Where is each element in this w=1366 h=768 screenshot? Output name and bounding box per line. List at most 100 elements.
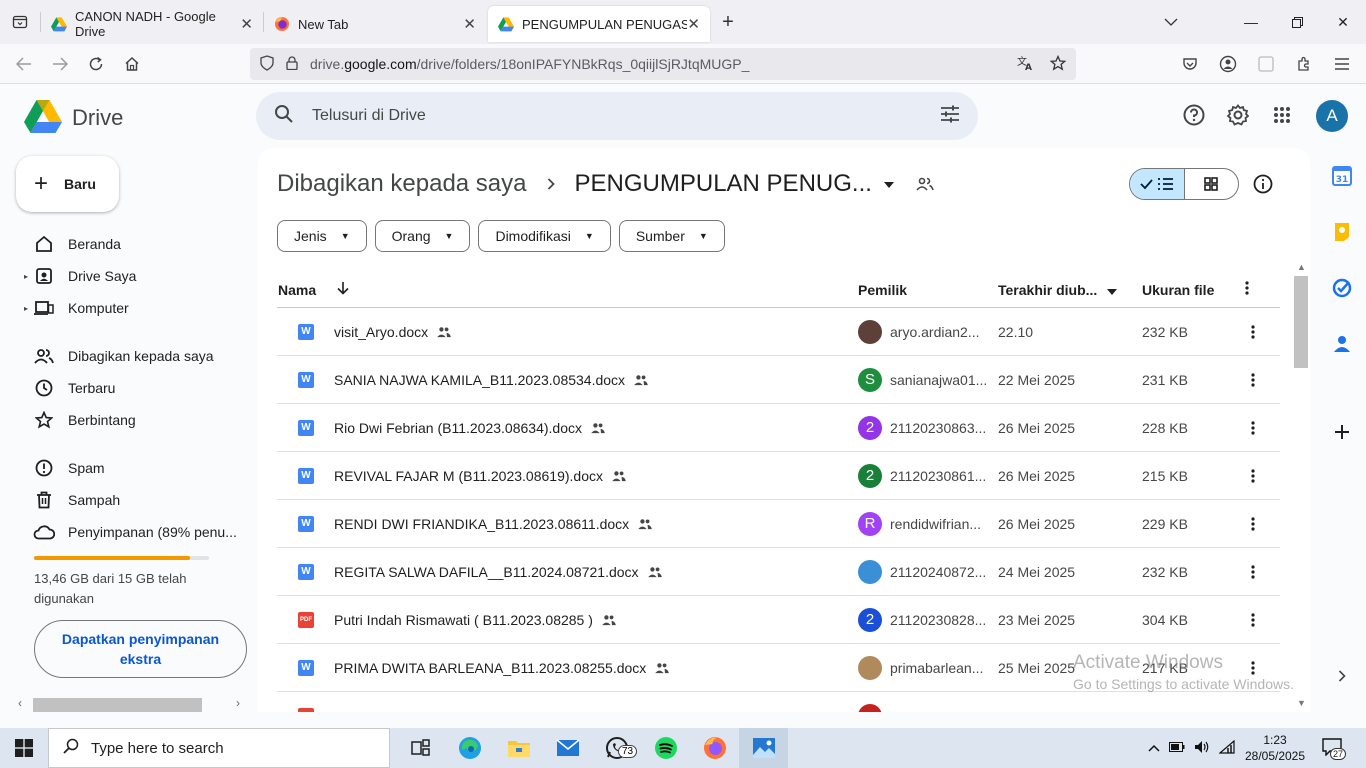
info-icon[interactable] [1251, 172, 1275, 196]
file-row[interactable]: W RENDI DWI FRIANDIKA_B11.2023.08611.docx… [277, 500, 1280, 548]
scroll-up-arrow-icon[interactable]: ▲ [1297, 262, 1306, 272]
network-icon[interactable] [1218, 739, 1235, 757]
tracking-shield-icon[interactable] [260, 54, 274, 74]
sidebar-item-spam[interactable]: Spam [24, 452, 244, 484]
notification-center-icon[interactable]: 27 [1322, 738, 1347, 760]
search-input[interactable]: Telusuri di Drive [312, 107, 426, 125]
scrollbar-thumb[interactable] [1294, 276, 1308, 368]
browser-tab-new[interactable]: New Tab ✕ [264, 6, 486, 42]
sidebar-item-storage[interactable]: Penyimpanan (89% penu... [24, 516, 244, 548]
back-icon[interactable] [6, 48, 42, 80]
more-options-icon[interactable] [1245, 324, 1261, 339]
close-tab-icon[interactable]: ✕ [687, 15, 700, 33]
tasks-icon[interactable] [1328, 274, 1356, 302]
taskbar-search-box[interactable]: Type here to search [48, 728, 390, 768]
home-icon[interactable] [114, 48, 150, 80]
scrollbar-thumb[interactable] [33, 698, 202, 712]
column-modified-header[interactable]: Terakhir diub... [998, 282, 1118, 298]
column-owner-header[interactable]: Pemilik [858, 282, 907, 298]
sidebar-item-starred[interactable]: Berbintang [24, 404, 244, 436]
edge-icon[interactable] [445, 728, 494, 768]
spotify-icon[interactable] [641, 728, 690, 768]
close-tab-icon[interactable]: ✕ [463, 15, 476, 33]
show-hidden-icons-icon[interactable] [1148, 741, 1160, 755]
file-row[interactable]: Wvisit_Aryo.docx aryo.ardian2... 22.10 232 … [277, 308, 1280, 356]
sidebar-item-computers[interactable]: ▸ Komputer [24, 292, 244, 324]
grid-view-button[interactable] [1185, 169, 1239, 199]
column-options-icon[interactable] [1245, 281, 1249, 298]
sidebar-item-home[interactable]: Beranda [24, 228, 244, 260]
menu-icon[interactable] [1326, 48, 1358, 80]
sidebar-horizontal-scrollbar[interactable]: ‹ › [0, 696, 256, 714]
filter-modified-chip[interactable]: Dimodifikasi ▼ [478, 220, 611, 252]
more-options-icon[interactable] [1245, 468, 1261, 483]
taskbar-clock[interactable]: 1:23 28/05/2025 [1240, 732, 1310, 764]
filter-source-chip[interactable]: Sumber ▼ [618, 220, 725, 252]
file-row[interactable]: W SANIA NAJWA KAMILA_B11.2023.08534.docx S… [277, 356, 1280, 404]
file-name[interactable]: RENDI DWI FRIANDIKA_B11.2023.08611.docx [334, 516, 653, 532]
volume-icon[interactable] [1194, 740, 1210, 757]
filter-people-chip[interactable]: Orang ▼ [374, 220, 471, 252]
apps-grid-icon[interactable] [1268, 99, 1296, 131]
file-name[interactable]: SANIA NAJWA KAMILA_B11.2023.08534.docx [334, 372, 649, 388]
breadcrumb-current-folder[interactable]: PENGUMPULAN PENUG... [575, 170, 872, 198]
file-name[interactable]: REVIVAL FAJAR M (B11.2023.08619).docx [334, 468, 627, 484]
file-name[interactable]: Putri Indah Rismawati ( B11.2023.08285 ) [334, 612, 617, 628]
more-options-icon[interactable] [1245, 564, 1261, 579]
restore-icon[interactable] [1274, 0, 1320, 44]
extensions-icon[interactable] [1288, 48, 1320, 80]
sort-direction-arrow-icon[interactable] [337, 281, 349, 298]
file-row[interactable]: W REVIVAL FAJAR M (B11.2023.08619).docx 2 2… [277, 452, 1280, 500]
get-more-storage-button[interactable]: Dapatkan penyimpanan ekstra [34, 620, 247, 678]
file-name[interactable]: REGITA SALWA DAFILA__B11.2024.08721.docx [334, 564, 663, 580]
sidebar-item-my-drive[interactable]: ▸ Drive Saya [24, 260, 244, 292]
drive-logo[interactable]: Drive [24, 99, 123, 136]
calendar-icon[interactable]: 31 [1328, 162, 1356, 190]
expand-arrow-icon[interactable]: ▸ [24, 272, 28, 281]
file-row[interactable]: PDF Putri Indah Rismawati ( B11.2023.0828… [277, 596, 1280, 644]
new-tab-button[interactable]: + [710, 11, 746, 34]
file-name[interactable]: Rio Dwi Febrian (B11.2023.08634).docx [334, 420, 606, 436]
more-options-icon[interactable] [1245, 516, 1261, 531]
forward-icon[interactable] [42, 48, 78, 80]
file-name[interactable]: visit_Aryo.docx [334, 324, 452, 340]
search-icon[interactable] [274, 104, 294, 129]
browser-tab-drive[interactable]: CANON NADH - Google Drive ✕ [41, 6, 263, 42]
minimize-icon[interactable]: — [1228, 0, 1274, 44]
windows-start-icon[interactable] [0, 728, 48, 768]
reload-icon[interactable] [78, 48, 114, 80]
battery-icon[interactable] [1169, 741, 1185, 755]
scroll-left-arrow-icon[interactable]: ‹ [18, 696, 22, 710]
close-window-icon[interactable]: ✕ [1320, 0, 1366, 44]
filter-type-chip[interactable]: Jenis ▼ [277, 220, 367, 252]
account-avatar[interactable]: A [1316, 100, 1348, 132]
file-row[interactable]: W Rio Dwi Febrian (B11.2023.08634).docx 2 2… [277, 404, 1280, 452]
photos-icon[interactable] [739, 728, 788, 768]
more-options-icon[interactable] [1245, 372, 1261, 387]
scroll-right-arrow-icon[interactable]: › [236, 696, 240, 710]
url-bar[interactable]: drive.google.com/drive/folders/18onIPAFY… [250, 48, 1076, 80]
sidebar-item-shared-with-me[interactable]: Dibagikan kepada saya [24, 340, 244, 372]
drive-search-bar[interactable]: Telusuri di Drive [256, 92, 978, 140]
close-tab-icon[interactable]: ✕ [240, 15, 253, 33]
expand-arrow-icon[interactable]: ▸ [24, 304, 28, 313]
search-options-icon[interactable] [940, 105, 960, 128]
folder-menu-caret-icon[interactable] [883, 177, 894, 191]
new-button[interactable]: + Baru [16, 156, 119, 212]
file-list-vertical-scrollbar[interactable]: ▲ ▼ [1293, 262, 1309, 712]
column-size-header[interactable]: Ukuran file [1142, 282, 1214, 298]
add-addon-icon[interactable] [1328, 418, 1356, 446]
help-icon[interactable] [1180, 99, 1208, 131]
lock-icon[interactable] [286, 55, 298, 73]
file-row[interactable]: W REGITA SALWA DAFILA__B11.2024.08721.doc… [277, 548, 1280, 596]
translate-icon[interactable]: 文A [1017, 55, 1034, 74]
expand-side-panel-icon[interactable] [1328, 662, 1356, 690]
file-name[interactable]: PRIMA DWITA BARLEANA_B11.2023.08255.docx [334, 660, 670, 676]
settings-gear-icon[interactable] [1224, 99, 1252, 131]
list-view-button[interactable] [1130, 169, 1185, 199]
bookmark-star-icon[interactable] [1049, 54, 1067, 74]
sidebar-item-trash[interactable]: Sampah [24, 484, 244, 516]
contacts-icon[interactable] [1328, 330, 1356, 358]
file-explorer-icon[interactable] [494, 728, 543, 768]
whatsapp-icon[interactable]: 73 [592, 728, 641, 768]
